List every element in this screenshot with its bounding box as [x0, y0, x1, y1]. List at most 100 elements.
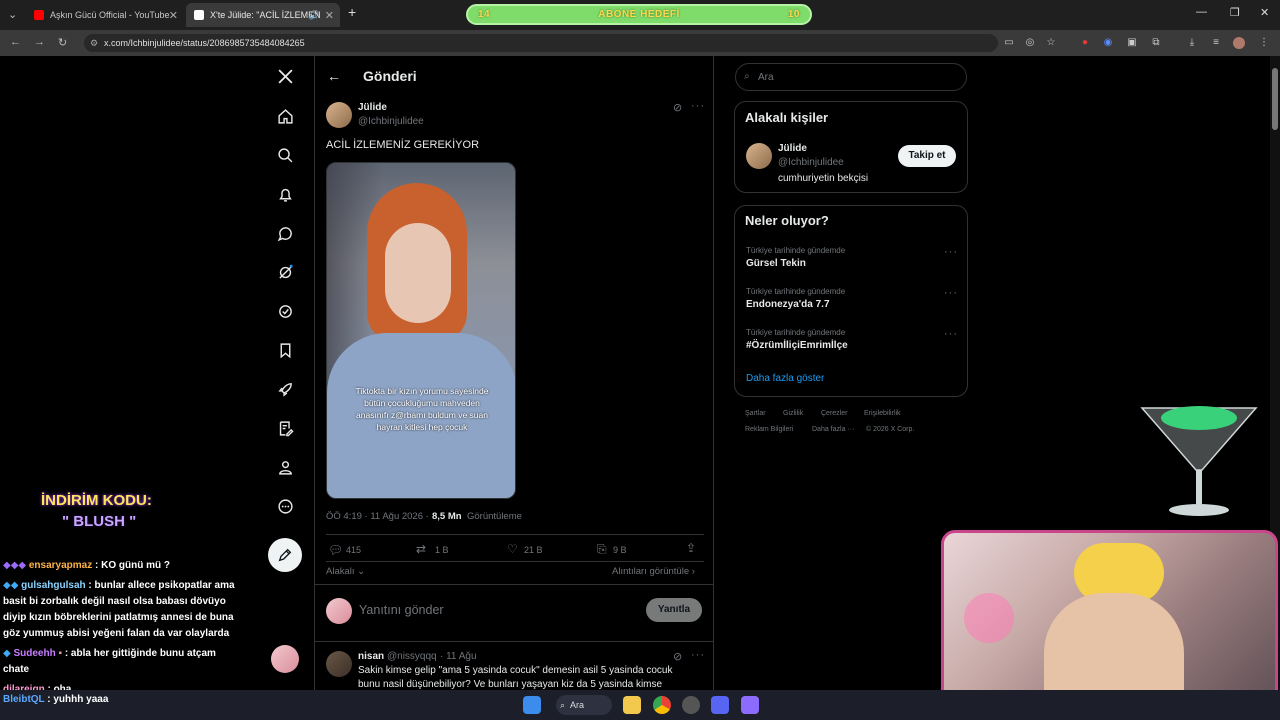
notes-icon[interactable] — [275, 418, 295, 438]
reload-icon[interactable]: ↻ — [58, 36, 67, 49]
taskbar-search[interactable]: ⌕ Ara — [556, 695, 612, 715]
browser-tab-bar: ⌄ Aşkın Gücü Official - YouTube ✕ X'te J… — [0, 0, 1280, 30]
maximize-icon[interactable]: ❐ — [1230, 6, 1240, 19]
download-icon[interactable]: ⤓ — [1186, 37, 1198, 49]
view-quotes-link[interactable]: Alıntıları görüntüle › — [612, 566, 695, 577]
person-name[interactable]: Jülide — [778, 143, 807, 154]
compose-post-button[interactable] — [268, 538, 302, 572]
reply-input[interactable]: Yanıtını gönder — [359, 603, 444, 617]
grok-small-icon[interactable]: ⊘ — [673, 650, 682, 663]
back-icon[interactable]: ← — [10, 36, 21, 48]
footer-link[interactable]: Reklam Bilgileri — [745, 426, 793, 433]
promo-title: İNDİRİM KODU: — [41, 492, 152, 509]
post-timestamp[interactable]: ÖÖ 4:19 · 11 Ağu 2026 · — [326, 511, 429, 522]
x-logo-svg — [277, 68, 293, 84]
search-icon[interactable] — [275, 145, 295, 165]
eye-off-icon[interactable]: ◎ — [1024, 37, 1036, 49]
trend-title[interactable]: Gürsel Tekin — [746, 258, 806, 269]
grok-small-icon[interactable]: ⊘ — [673, 101, 682, 114]
like-icon[interactable]: ♡ — [507, 542, 518, 556]
extension-red-icon[interactable]: ● — [1079, 37, 1091, 49]
search-placeholder: Ara — [758, 72, 774, 83]
file-explorer-icon[interactable] — [623, 696, 641, 714]
person-avatar[interactable] — [746, 143, 772, 169]
neon-light-shape — [964, 593, 1014, 643]
close-window-icon[interactable]: ✕ — [1260, 6, 1269, 19]
obs-icon[interactable] — [682, 696, 700, 714]
forward-icon[interactable]: → — [34, 36, 45, 48]
windows-start-icon[interactable] — [523, 696, 541, 714]
bell-icon[interactable] — [275, 184, 295, 204]
more-icon[interactable] — [275, 496, 295, 516]
trend-more-icon[interactable]: ··· — [944, 287, 958, 299]
tab-youtube[interactable]: Aşkın Gücü Official - YouTube ✕ — [26, 3, 184, 27]
url-field[interactable]: ⚙ x.com/Ichbinjulidee/status/20869857354… — [84, 34, 998, 52]
message-icon[interactable] — [275, 223, 295, 243]
footer-link[interactable]: Erişilebilirlik — [864, 410, 901, 417]
audio-icon[interactable]: 🔊 — [309, 10, 320, 21]
close-tab-icon[interactable]: ✕ — [325, 9, 334, 22]
reply-more-icon[interactable]: ··· — [691, 649, 705, 661]
close-tab-icon[interactable]: ✕ — [169, 9, 178, 22]
minimize-icon[interactable]: — — [1196, 6, 1207, 18]
relevant-sort-dropdown[interactable]: Alakalı ⌄ — [326, 566, 365, 577]
chrome-icon[interactable] — [653, 696, 671, 714]
footer-link[interactable]: Çerezler — [821, 410, 847, 417]
reply-author-handle[interactable]: @nissyqqq — [387, 651, 437, 662]
share-icon[interactable]: ⇪ — [686, 541, 696, 555]
rocket-svg — [277, 382, 292, 397]
author-handle[interactable]: @Ichbinjulidee — [358, 116, 424, 127]
trend-title[interactable]: #ÖzrümİliçiEmrimİlçe — [746, 340, 848, 351]
reply-button[interactable]: Yanıtla — [646, 598, 702, 622]
new-tab-button[interactable]: + — [348, 4, 356, 20]
puzzle-icon[interactable]: ⧉ — [1150, 37, 1162, 49]
profile-icon[interactable] — [275, 457, 295, 477]
verified-icon[interactable] — [275, 301, 295, 321]
author-avatar[interactable] — [326, 102, 352, 128]
search-svg — [277, 147, 292, 162]
menu-list-icon[interactable]: ≡ — [1210, 37, 1222, 49]
cocktail-glass-svg — [1140, 406, 1258, 516]
scrollbar-thumb[interactable] — [1272, 68, 1278, 130]
reply-icon[interactable]: 💬︎ — [328, 543, 343, 557]
bookmark-action-icon[interactable]: ⎘ — [597, 542, 607, 557]
reply-date[interactable]: · 11 Ağu — [440, 651, 477, 662]
bookmark-svg — [280, 342, 290, 358]
app-icon[interactable] — [741, 696, 759, 714]
home-icon[interactable] — [275, 106, 295, 126]
discord-icon[interactable] — [711, 696, 729, 714]
more-vert-icon[interactable]: ⋮ — [1258, 37, 1270, 49]
extension-audio-icon[interactable]: ◉ — [1102, 37, 1114, 49]
grok-icon[interactable] — [275, 262, 295, 282]
post-more-icon[interactable]: ··· — [691, 100, 705, 112]
reply-author-avatar[interactable] — [326, 651, 352, 677]
tab-search-icon[interactable]: ⌄ — [8, 8, 17, 21]
extension-icon[interactable]: ▣ — [1126, 37, 1138, 49]
bookmark-icon[interactable] — [275, 340, 295, 360]
cast-icon[interactable]: ▭ — [1003, 37, 1015, 49]
show-more-link[interactable]: Daha fazla göster — [746, 373, 824, 384]
reply-author-name[interactable]: nisan — [358, 651, 384, 662]
person-handle[interactable]: @Ichbinjulidee — [778, 157, 844, 168]
account-avatar[interactable] — [271, 645, 299, 673]
back-arrow-icon[interactable]: ← — [327, 68, 341, 84]
site-info-icon[interactable]: ⚙ — [90, 34, 98, 52]
profile-avatar-icon[interactable] — [1233, 37, 1245, 49]
footer-link[interactable]: Şartlar — [745, 410, 766, 417]
search-input[interactable]: ⌕ Ara — [735, 63, 967, 91]
repost-icon[interactable]: ⇄ — [416, 542, 426, 556]
post-video[interactable]: Tiktokta bir kızın yorumu sayesinde bütü… — [326, 162, 516, 499]
follow-button[interactable]: Takip et — [898, 145, 956, 167]
x-logo-icon[interactable] — [275, 66, 295, 86]
star-icon[interactable]: ☆ — [1045, 37, 1057, 49]
trend-more-icon[interactable]: ··· — [944, 246, 958, 258]
trend-title[interactable]: Endonezya'da 7.7 — [746, 299, 830, 310]
tab-x-post[interactable]: X'te Jülide: "ACİL İZLEMEN 🔊 ✕ — [186, 3, 340, 27]
trend-more-icon[interactable]: ··· — [944, 328, 958, 340]
author-name[interactable]: Jülide — [358, 102, 387, 113]
trend-context: Türkiye tarihinde gündemde — [746, 328, 846, 337]
composer-avatar — [326, 598, 352, 624]
footer-link[interactable]: Daha fazla ··· — [812, 426, 854, 433]
footer-link[interactable]: Gizlilik — [783, 410, 803, 417]
rocket-icon[interactable] — [275, 379, 295, 399]
